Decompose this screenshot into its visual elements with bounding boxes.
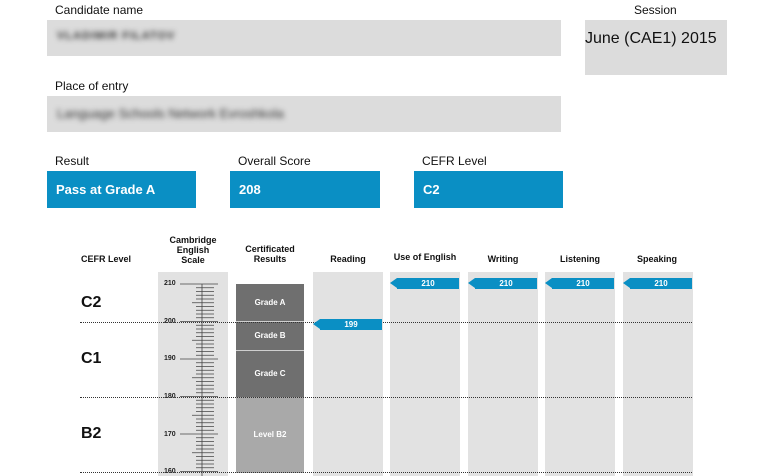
speaking-column (623, 272, 693, 476)
overall-score-label: Overall Score (238, 154, 311, 168)
cefr-boundary-line (80, 472, 692, 473)
candidate-name-value: VLADIMIR FILATOV (57, 30, 176, 42)
header-cambridge-scale: Cambridge English Scale (169, 235, 217, 265)
header-speaking: Speaking (636, 254, 677, 264)
header-cefr-level: CEFR Level (80, 254, 131, 264)
header-listening: Listening (560, 254, 600, 264)
header-writing: Writing (487, 254, 519, 264)
use-of-english-column (390, 272, 460, 476)
result-label: Result (55, 154, 90, 168)
header-certificated-results: Certificated Results (245, 244, 295, 264)
grade-a-block: Grade A (236, 284, 304, 321)
candidate-name-label: Candidate name (55, 3, 144, 17)
cefr-boundary-line (80, 397, 692, 398)
writing-column (468, 272, 538, 476)
cefr-level-c1: C1 (81, 350, 102, 367)
listening-score: 210 (552, 278, 614, 289)
cefr-boundary-line (80, 322, 692, 323)
writing-score: 210 (475, 278, 537, 289)
cefr-level-value: C2 (414, 171, 563, 208)
scale-tick-label: 190 (164, 355, 176, 362)
grade-c-block: Grade C (236, 351, 304, 397)
cefr-level-b2: B2 (81, 425, 102, 442)
use-of-english-score: 210 (397, 278, 459, 289)
overall-score-value: 208 (230, 171, 380, 208)
speaking-score: 210 (630, 278, 692, 289)
grade-b-block: Grade B (236, 322, 304, 350)
scale-tick-label: 210 (164, 280, 176, 287)
place-of-entry-label: Place of entry (55, 79, 129, 93)
reading-score-flag: 199 (313, 319, 383, 330)
session-field: June (CAE1) 2015 (585, 20, 727, 75)
use-of-english-score-flag: 210 (390, 278, 460, 289)
listening-score-flag: 210 (545, 278, 615, 289)
reading-score: 199 (320, 319, 382, 330)
writing-score-flag: 210 (468, 278, 538, 289)
speaking-score-flag: 210 (623, 278, 693, 289)
candidate-name-field: VLADIMIR FILATOV (47, 20, 561, 56)
header-reading: Reading (330, 254, 366, 264)
header-use-of-english: Use of English (393, 252, 457, 262)
result-value: Pass at Grade A (47, 171, 196, 208)
session-value: June (CAE1) 2015 (585, 30, 717, 47)
reading-column (313, 272, 383, 476)
cefr-level-c2: C2 (81, 294, 102, 311)
scale-ruler (180, 283, 218, 476)
place-of-entry-field: Language Schools Network Evroshkola (47, 96, 561, 132)
scale-tick-label: 170 (164, 431, 176, 438)
listening-column (545, 272, 615, 476)
level-b2-block: Level B2 (236, 397, 304, 473)
place-of-entry-value: Language Schools Network Evroshkola (57, 106, 284, 121)
session-label: Session (634, 3, 677, 17)
cefr-level-label: CEFR Level (422, 154, 487, 168)
